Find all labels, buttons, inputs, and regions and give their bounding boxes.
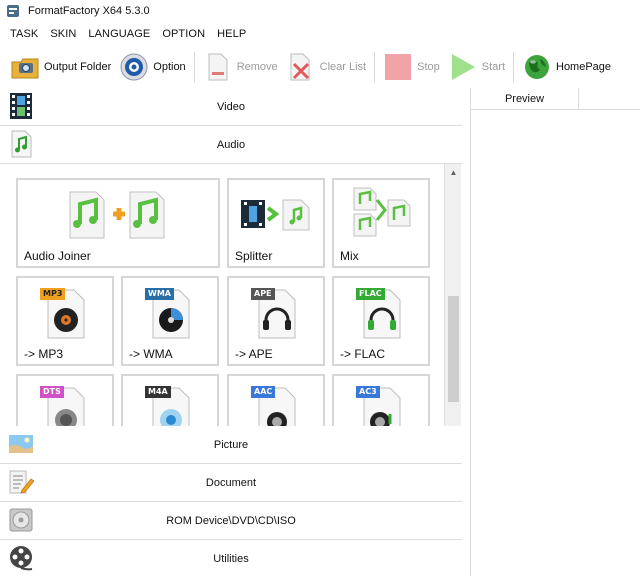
globe-icon xyxy=(522,52,552,82)
toolbar-separator xyxy=(193,52,195,82)
category-utilities-label: Utilities xyxy=(213,552,249,565)
aac-badge: AAC xyxy=(251,386,276,398)
remove-doc-icon xyxy=(203,52,233,82)
film-strip-icon xyxy=(10,93,32,119)
menu-bar: TASK SKIN LANGUAGE OPTION HELP xyxy=(0,24,640,44)
preview-column-header[interactable]: Preview xyxy=(471,87,579,110)
film-reel-icon xyxy=(10,546,33,571)
menu-skin[interactable]: SKIN xyxy=(50,28,76,40)
to-wma-tile[interactable]: WMA -> WMA xyxy=(121,276,219,366)
category-rom-device-label: ROM Device\DVD\CD\ISO xyxy=(166,514,296,527)
output-folder-label: Output Folder xyxy=(44,61,112,73)
ape-badge: APE xyxy=(251,288,275,300)
remove-label: Remove xyxy=(236,61,278,73)
mix-label: Mix xyxy=(340,249,359,263)
category-panel: Video Audio Audio Joiner Splitter Mix MP… xyxy=(0,88,462,576)
to-ape-tile[interactable]: APE -> APE xyxy=(227,276,325,366)
splitter-icon xyxy=(241,199,310,231)
mp3-badge: MP3 xyxy=(40,288,66,300)
stop-label: Stop xyxy=(417,61,440,73)
disc-drive-icon xyxy=(9,508,33,532)
ape-file-icon: APE xyxy=(251,288,297,340)
audio-joiner-tile[interactable]: Audio Joiner xyxy=(16,178,220,268)
task-list-area[interactable] xyxy=(470,110,640,576)
audio-joiner-icon xyxy=(69,191,165,239)
folder-camera-icon xyxy=(10,52,40,82)
toolbar: Output Folder Option Remove Clear List S… xyxy=(0,46,640,88)
music-note-icon xyxy=(11,130,32,158)
clear-list-icon xyxy=(286,52,316,82)
category-document-label: Document xyxy=(205,476,257,489)
audio-joiner-label: Audio Joiner xyxy=(24,249,91,263)
to-wma-label: -> WMA xyxy=(129,347,173,361)
option-label: Option xyxy=(153,61,186,73)
category-audio-label: Audio xyxy=(216,138,246,151)
category-picture[interactable]: Picture xyxy=(0,426,462,464)
start-button[interactable]: Start xyxy=(448,50,505,84)
document-pencil-icon xyxy=(9,470,34,494)
to-flac-label: -> FLAC xyxy=(340,347,386,361)
category-document[interactable]: Document xyxy=(0,464,462,502)
m4a-badge: M4A xyxy=(145,386,171,398)
dts-badge: DTS xyxy=(40,386,64,398)
task-list-header: Preview xyxy=(470,87,640,110)
window-title: FormatFactory X64 5.3.0 xyxy=(28,5,150,17)
mix-icon xyxy=(353,187,411,237)
scroll-thumb[interactable] xyxy=(448,296,459,402)
category-audio[interactable]: Audio xyxy=(0,126,462,164)
stop-icon xyxy=(383,52,413,82)
clear-list-button[interactable]: Clear List xyxy=(286,50,366,84)
category-video[interactable]: Video xyxy=(0,88,462,126)
remove-button[interactable]: Remove xyxy=(203,50,278,84)
option-button[interactable]: Option xyxy=(119,50,186,84)
stop-button[interactable]: Stop xyxy=(383,50,440,84)
homepage-label: HomePage xyxy=(556,61,612,73)
mix-tile[interactable]: Mix xyxy=(332,178,430,268)
flac-file-icon: FLAC xyxy=(356,288,402,340)
splitter-tile[interactable]: Splitter xyxy=(227,178,325,268)
ac3-badge: AC3 xyxy=(356,386,380,398)
to-flac-tile[interactable]: FLAC -> FLAC xyxy=(332,276,430,366)
wma-file-icon: WMA xyxy=(145,288,191,340)
menu-option[interactable]: OPTION xyxy=(162,28,205,40)
flac-badge: FLAC xyxy=(356,288,385,300)
toolbar-separator xyxy=(513,52,514,82)
clear-list-label: Clear List xyxy=(319,61,367,73)
start-label: Start xyxy=(481,61,505,73)
to-mp3-label: -> MP3 xyxy=(24,347,64,361)
category-utilities[interactable]: Utilities xyxy=(0,540,462,576)
menu-help[interactable]: HELP xyxy=(217,28,246,40)
mp3-file-icon: MP3 xyxy=(40,288,86,340)
toolbar-separator xyxy=(374,52,376,82)
option-gear-icon xyxy=(119,52,149,82)
app-logo-icon xyxy=(7,5,19,17)
splitter-label: Splitter xyxy=(235,249,273,263)
category-rom-device[interactable]: ROM Device\DVD\CD\ISO xyxy=(0,502,462,540)
landscape-picture-icon xyxy=(9,435,33,453)
category-video-label: Video xyxy=(217,100,245,113)
start-play-icon xyxy=(448,52,478,82)
menu-language[interactable]: LANGUAGE xyxy=(88,28,150,40)
menu-task[interactable]: TASK xyxy=(10,28,38,40)
homepage-button[interactable]: HomePage xyxy=(522,50,611,84)
category-picture-label: Picture xyxy=(213,438,249,451)
wma-badge: WMA xyxy=(145,288,174,300)
title-bar: FormatFactory X64 5.3.0 xyxy=(0,0,640,22)
scroll-up-arrow-icon[interactable]: ▲ xyxy=(445,164,462,181)
to-mp3-tile[interactable]: MP3 -> MP3 xyxy=(16,276,114,366)
output-folder-button[interactable]: Output Folder xyxy=(10,50,111,84)
to-ape-label: -> APE xyxy=(235,347,273,361)
